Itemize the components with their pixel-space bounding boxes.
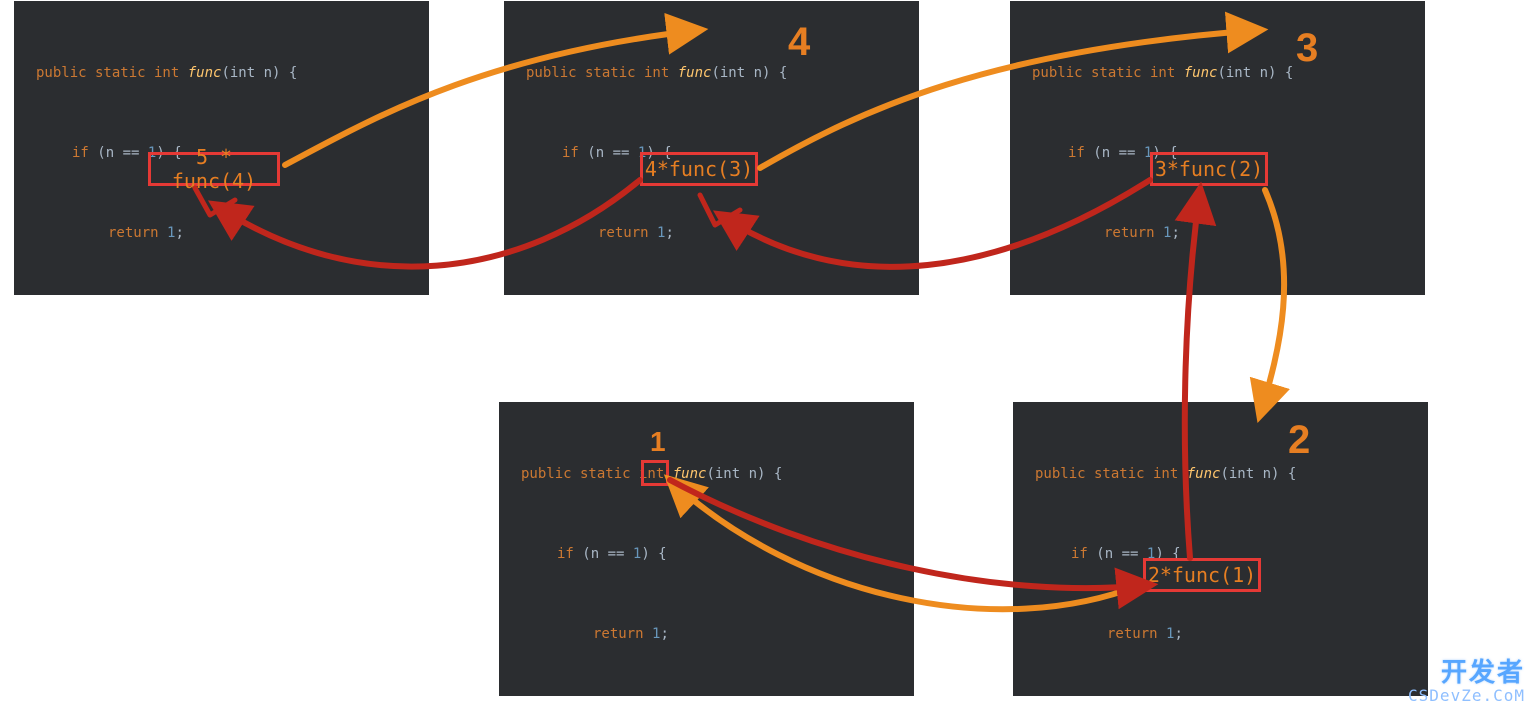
- highlight-return-1: [641, 460, 669, 486]
- code-box-2: public static int func(int n) { if (n ==…: [504, 1, 919, 295]
- diagram-canvas: public static int func(int n) { if (n ==…: [0, 0, 1531, 709]
- step-number-1: 1: [650, 428, 666, 456]
- step-number-4: 4: [788, 22, 810, 62]
- watermark: 开发者 CSDevZe.CoM: [1408, 659, 1525, 705]
- callout-5func4: 5 * func(4): [148, 152, 280, 186]
- step-number-2: 2: [1288, 420, 1310, 460]
- code-box-3: public static int func(int n) { if (n ==…: [1010, 1, 1425, 295]
- code-box-5: public static int func(int n) { if (n ==…: [1013, 402, 1428, 696]
- callout-3func2: 3*func(2): [1150, 152, 1268, 186]
- code-box-4: public static int func(int n) { if (n ==…: [499, 402, 914, 696]
- callout-4func3: 4*func(3): [640, 152, 758, 186]
- callout-2func1: 2*func(1): [1143, 558, 1261, 592]
- step-number-3: 3: [1296, 28, 1318, 68]
